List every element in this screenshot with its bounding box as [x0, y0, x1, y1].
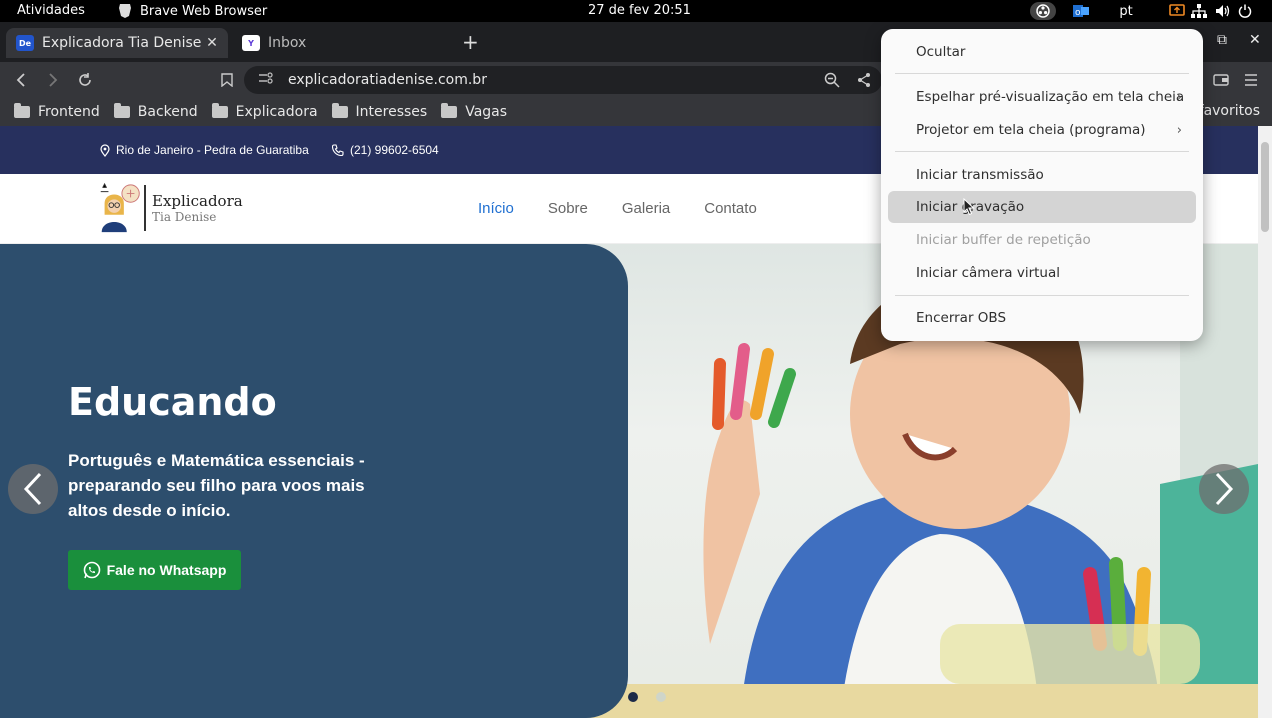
- site-favicon-icon: De: [16, 35, 34, 51]
- hero-title: Educando: [68, 380, 277, 424]
- mouse-cursor-icon: [963, 198, 975, 216]
- network-icon[interactable]: [1190, 2, 1208, 20]
- menu-item-iniciar-buffer-repeticao: Iniciar buffer de repetição: [916, 232, 1091, 248]
- restore-window-icon[interactable]: ⧉: [1217, 32, 1227, 48]
- forward-icon[interactable]: [40, 68, 66, 92]
- brave-lion-icon: [119, 4, 131, 18]
- bookmark-folder[interactable]: Vagas: [441, 103, 507, 120]
- location-info: Rio de Janeiro - Pedra de Guaratiba: [100, 143, 309, 157]
- menu-item-iniciar-transmissao[interactable]: Iniciar transmissão: [888, 159, 1196, 191]
- scrollbar-thumb[interactable]: [1261, 142, 1269, 232]
- menu-item-contato[interactable]: Contato: [704, 200, 757, 217]
- tab-title: Inbox: [268, 35, 307, 51]
- bookmark-folder[interactable]: Backend: [113, 103, 198, 120]
- site-logo[interactable]: Explicadora Tia Denise: [98, 182, 243, 234]
- svg-text:o: o: [1075, 8, 1081, 18]
- url-text: explicadoratiadenise.com.br: [288, 72, 487, 88]
- menu-item-iniciar-camera-virtual[interactable]: Iniciar câmera virtual: [888, 257, 1196, 289]
- menu-item-inicio[interactable]: Início: [478, 200, 514, 217]
- bookmark-icon[interactable]: [214, 68, 240, 92]
- phone-icon: [332, 144, 344, 156]
- folder-icon: [113, 103, 130, 118]
- menu-item-espelhar-preview[interactable]: Espelhar pré-visualização em tela cheia …: [888, 81, 1196, 113]
- obs-tray-icon[interactable]: [1030, 2, 1056, 20]
- chevron-right-icon: ›: [1176, 89, 1182, 105]
- map-pin-icon: [100, 143, 110, 157]
- bookmark-folder[interactable]: Frontend: [14, 103, 100, 120]
- bookmark-folder[interactable]: Explicadora: [211, 103, 318, 120]
- share-icon[interactable]: [856, 72, 872, 92]
- wallet-icon[interactable]: [1208, 68, 1234, 92]
- site-info-icon[interactable]: [258, 72, 274, 88]
- folder-icon: [14, 103, 30, 118]
- hero-description: Português e Matemática essenciais - prep…: [68, 451, 365, 520]
- carousel-dot-2[interactable]: [656, 692, 666, 702]
- outlook-icon[interactable]: o: [1072, 2, 1090, 20]
- tab-title: Explicadora Tia Denise - A: [42, 35, 202, 51]
- menu-icon[interactable]: [1238, 68, 1264, 92]
- obs-tray-menu: Ocultar Espelhar pré-visualização em tel…: [881, 29, 1203, 341]
- chevron-right-icon: ›: [1176, 122, 1182, 138]
- app-menu[interactable]: Brave Web Browser: [118, 3, 267, 19]
- whatsapp-icon: [83, 561, 100, 579]
- tab-explicadora[interactable]: De Explicadora Tia Denise - A ✕: [6, 28, 228, 58]
- carousel-dot-1[interactable]: [628, 692, 638, 702]
- menu-separator: [895, 295, 1189, 296]
- teacher-mascot-icon: [100, 182, 140, 233]
- menu-item-ocultar[interactable]: Ocultar: [888, 36, 1196, 68]
- page-scrollbar[interactable]: [1258, 126, 1272, 718]
- clock[interactable]: 27 de fev 20:51: [588, 3, 691, 18]
- menu-item-iniciar-gravacao[interactable]: Iniciar gravação: [888, 191, 1196, 223]
- reload-icon[interactable]: [72, 68, 98, 92]
- carousel-next-button[interactable]: [1199, 464, 1249, 514]
- carousel-indicators: [628, 692, 666, 702]
- carousel-prev-button[interactable]: [8, 464, 58, 514]
- power-icon[interactable]: [1236, 2, 1254, 20]
- bookmark-folder[interactable]: Interesses: [331, 103, 427, 120]
- address-bar[interactable]: explicadoratiadenise.com.br: [244, 66, 882, 94]
- folder-icon: [211, 103, 228, 118]
- app-name: Brave Web Browser: [140, 3, 268, 19]
- menu-item-sobre[interactable]: Sobre: [548, 200, 588, 217]
- system-top-bar: Atividades Brave Web Browser 27 de fev 2…: [0, 0, 1272, 22]
- folder-icon: [331, 103, 348, 118]
- menu-separator: [895, 151, 1189, 152]
- close-tab-icon[interactable]: ✕: [202, 35, 222, 51]
- whatsapp-button[interactable]: Fale no Whatsapp: [68, 550, 241, 590]
- logo-divider: [144, 185, 146, 231]
- menu-separator: [895, 73, 1189, 74]
- tab-inbox[interactable]: Y Inbox: [232, 28, 454, 58]
- screen-share-icon[interactable]: [1168, 2, 1186, 20]
- menu-item-projetor-programa[interactable]: Projetor em tela cheia (programa) ›: [888, 114, 1196, 146]
- other-bookmarks[interactable]: favoritos: [1199, 103, 1260, 119]
- activities-button[interactable]: Atividades: [17, 3, 85, 18]
- language-indicator[interactable]: pt: [1114, 2, 1138, 20]
- phone-info[interactable]: (21) 99602-6504: [332, 143, 439, 157]
- close-window-icon[interactable]: ✕: [1249, 32, 1261, 48]
- folder-icon: [441, 103, 458, 118]
- zoom-icon[interactable]: [824, 72, 840, 92]
- mail-favicon-icon: Y: [242, 35, 260, 51]
- new-tab-button[interactable]: +: [462, 30, 479, 54]
- back-icon[interactable]: [8, 68, 34, 92]
- volume-icon[interactable]: [1214, 2, 1232, 20]
- logo-text: Explicadora Tia Denise: [152, 192, 243, 224]
- main-menu: Início Sobre Galeria Contato: [478, 200, 757, 217]
- menu-item-galeria[interactable]: Galeria: [622, 200, 670, 217]
- chevron-right-icon: [1215, 472, 1234, 506]
- menu-item-encerrar-obs[interactable]: Encerrar OBS: [888, 302, 1196, 334]
- chevron-left-icon: [23, 472, 42, 506]
